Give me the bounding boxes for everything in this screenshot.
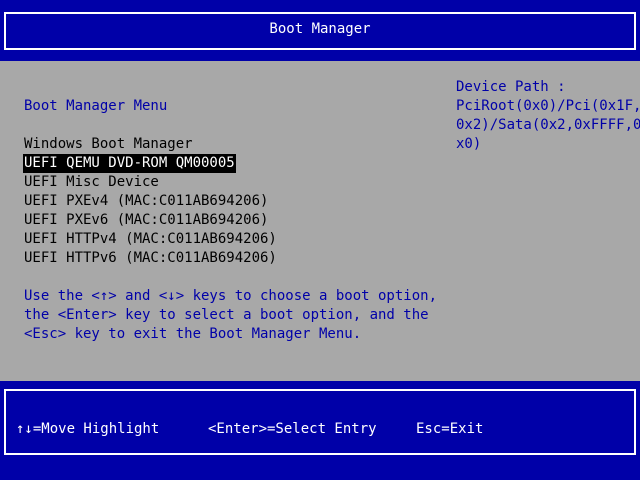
- help-line: the <Enter> key to select a boot option,…: [24, 307, 429, 323]
- help-line: Use the <↑> and <↓> keys to choose a boo…: [24, 288, 438, 304]
- device-path-panel: Device Path : PciRoot(0x0)/Pci(0x1F, 0x2…: [456, 78, 640, 154]
- boot-option-qemu-dvd-rom[interactable]: UEFI QEMU DVD-ROM QM00005: [23, 154, 236, 173]
- device-path-label: Device Path :: [456, 79, 566, 95]
- help-text: Use the <↑> and <↓> keys to choose a boo…: [24, 287, 437, 344]
- boot-option-pxev4[interactable]: UEFI PXEv4 (MAC:C011AB694206): [23, 192, 269, 211]
- footer-exit-hint: Esc=Exit: [416, 421, 484, 437]
- boot-option-list: Windows Boot Manager UEFI QEMU DVD-ROM Q…: [23, 135, 278, 268]
- help-line: <Esc> key to exit the Boot Manager Menu.: [24, 326, 362, 342]
- device-path-line: PciRoot(0x0)/Pci(0x1F,: [456, 98, 640, 114]
- page-title: Boot Manager: [269, 21, 371, 37]
- boot-option-misc-device[interactable]: UEFI Misc Device: [23, 173, 160, 192]
- footer-select-hint: <Enter>=Select Entry: [208, 421, 377, 437]
- boot-option-pxev6[interactable]: UEFI PXEv6 (MAC:C011AB694206): [23, 211, 269, 230]
- boot-option-httpv4[interactable]: UEFI HTTPv4 (MAC:C011AB694206): [23, 230, 278, 249]
- boot-option-windows-boot-manager[interactable]: Windows Boot Manager: [23, 135, 194, 154]
- device-path-line: 0x2)/Sata(0x2,0xFFFF,0: [456, 117, 640, 133]
- footer-move-hint: ↑↓=Move Highlight: [16, 421, 160, 437]
- menu-title: Boot Manager Menu: [24, 98, 168, 114]
- device-path-line: x0): [456, 136, 482, 152]
- boot-option-httpv6[interactable]: UEFI HTTPv6 (MAC:C011AB694206): [23, 249, 278, 268]
